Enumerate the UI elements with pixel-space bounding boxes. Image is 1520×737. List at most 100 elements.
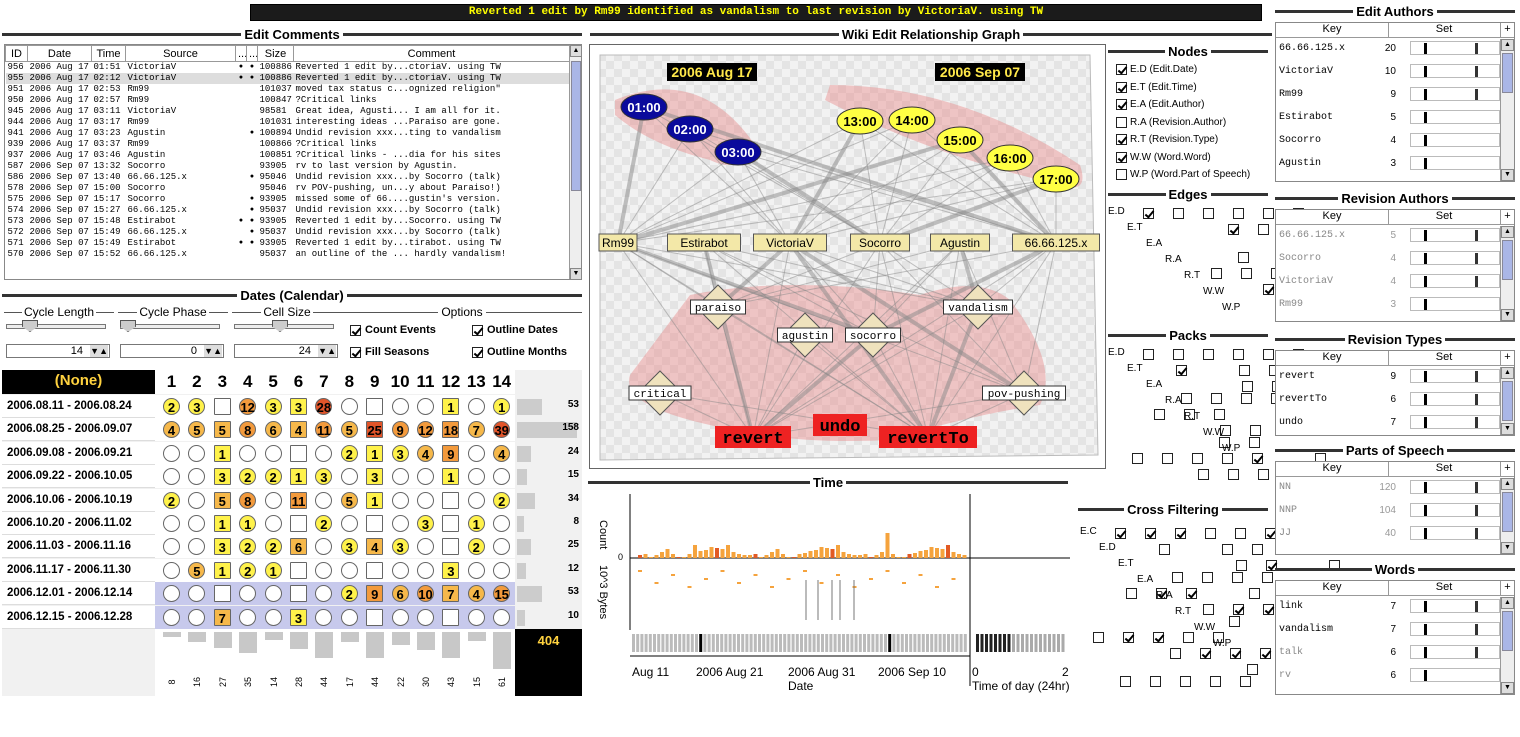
calendar-cell[interactable]: 1: [264, 561, 282, 579]
add-column-button[interactable]: +: [1500, 462, 1514, 477]
matrix-checkbox[interactable]: [1258, 223, 1269, 235]
calendar-cell[interactable]: [163, 561, 180, 579]
calendar-cell[interactable]: 3: [391, 538, 409, 556]
calendar-cell[interactable]: [315, 608, 333, 626]
matrix-checkbox[interactable]: [1238, 251, 1249, 263]
calendar-cell[interactable]: 3: [290, 398, 307, 415]
table-row[interactable]: 939 2006 Aug 17 03:37 Rm99 100866 ?Critical l…: [6, 139, 570, 150]
column-header[interactable]: ...: [235, 45, 247, 62]
calendar-cell[interactable]: 1: [366, 444, 384, 462]
checkbox-icon[interactable]: [472, 324, 483, 336]
list-key[interactable]: Rm99: [1279, 89, 1303, 100]
spin-icon[interactable]: ▼▲: [90, 345, 108, 357]
list-key[interactable]: link: [1279, 601, 1303, 612]
relationship-graph[interactable]: 2006 Aug 17 2006 Sep 07 01:00 02:00 03:00 13:…: [589, 44, 1106, 469]
calendar-cell[interactable]: 6: [391, 585, 409, 603]
node-type-checkbox[interactable]: E.T (Edit.Time): [1116, 81, 1276, 100]
set-column-header[interactable]: Set: [1389, 462, 1499, 477]
matrix-checkbox[interactable]: [1154, 408, 1165, 420]
calendar-cell[interactable]: [493, 561, 511, 579]
calendar-cell[interactable]: [188, 491, 206, 509]
calendar-cell[interactable]: 3: [417, 515, 434, 532]
table-row[interactable]: 587 2006 Sep 07 13:32 Socorro 93905 rv to las…: [6, 161, 570, 172]
calendar-cell[interactable]: [467, 608, 485, 626]
calendar-cell[interactable]: [391, 561, 409, 579]
matrix-checkbox[interactable]: [1211, 267, 1222, 279]
matrix-checkbox[interactable]: [1145, 527, 1156, 539]
calendar-cell[interactable]: 1: [213, 561, 231, 579]
table-row[interactable]: 937 2006 Aug 17 03:46 Agustin 100851 ?Critica…: [6, 150, 570, 161]
calendar-cell[interactable]: [264, 515, 282, 532]
revision-authors-list[interactable]: Key Set +66.66.125.x 5 Socorro 4 VictoriaV 4 Rm9…: [1275, 209, 1515, 322]
calendar-cell[interactable]: 25: [366, 421, 384, 439]
calendar-cell[interactable]: 1: [213, 515, 231, 532]
matrix-checkbox[interactable]: [1235, 527, 1246, 539]
calendar-cell[interactable]: [366, 561, 384, 579]
list-key[interactable]: revert: [1279, 371, 1315, 382]
matrix-checkbox[interactable]: [1159, 543, 1170, 555]
calendar-cell[interactable]: [264, 608, 282, 626]
calendar-cell[interactable]: [188, 608, 206, 626]
matrix-checkbox[interactable]: [1263, 348, 1274, 360]
calendar-cell[interactable]: 9: [391, 421, 409, 439]
calendar-cell[interactable]: 3: [290, 608, 307, 626]
table-row[interactable]: 572 2006 Sep 07 15:49 66.66.125.x ● 95037 Undi…: [6, 227, 570, 238]
column-header[interactable]: ...: [246, 45, 258, 62]
matrix-checkbox[interactable]: [1203, 348, 1214, 360]
calendar-cell[interactable]: 1: [213, 444, 231, 462]
calendar-cell[interactable]: [467, 444, 485, 462]
list-key[interactable]: 66.66.125.x: [1279, 230, 1345, 241]
table-row[interactable]: 573 2006 Sep 07 15:48 Estirabot ● ● 93905 Rever…: [6, 216, 570, 227]
matrix-checkbox[interactable]: [1143, 348, 1154, 360]
parts-of-speech-list[interactable]: Key Set + NN 120 NNP 104 JJ 40 ▲ ▼: [1275, 461, 1515, 555]
table-row[interactable]: 574 2006 Sep 07 15:27 66.66.125.x ● 95037 Undi…: [6, 205, 570, 216]
calendar-cell[interactable]: [391, 468, 409, 486]
calendar-cell[interactable]: 5: [213, 421, 231, 439]
calendar-cell[interactable]: [493, 608, 511, 626]
calendar-cell[interactable]: [366, 608, 384, 626]
column-header[interactable]: Source: [125, 45, 236, 62]
matrix-checkbox[interactable]: [1233, 348, 1244, 360]
calendar-cell[interactable]: [467, 398, 485, 415]
calendar-cell[interactable]: [340, 608, 358, 626]
calendar-cell[interactable]: [340, 515, 358, 532]
calendar-cell[interactable]: [264, 585, 282, 603]
calendar-cell[interactable]: 5: [213, 491, 231, 509]
calendar-cell[interactable]: [213, 398, 231, 415]
calendar-cell[interactable]: 28: [315, 398, 333, 415]
matrix-checkbox[interactable]: [1260, 647, 1271, 659]
matrix-checkbox[interactable]: [1202, 571, 1213, 583]
matrix-checkbox[interactable]: [1247, 663, 1258, 675]
calendar-cell[interactable]: [467, 491, 485, 509]
node-type-checkbox[interactable]: W.W (Word.Word): [1116, 151, 1276, 170]
calendar-cell[interactable]: 3: [213, 538, 231, 556]
matrix-checkbox[interactable]: [1162, 452, 1173, 464]
table-row[interactable]: 956 2006 Aug 17 01:51 VictoriaV ● ● 100886 Reve…: [6, 62, 570, 73]
calendar-cell[interactable]: [290, 515, 307, 532]
calendar-cell[interactable]: 7: [442, 585, 460, 603]
add-column-button[interactable]: +: [1500, 351, 1514, 366]
column-header[interactable]: Date: [27, 45, 92, 62]
list-key[interactable]: NNP: [1279, 505, 1297, 516]
calendar-cell[interactable]: [163, 515, 180, 532]
calendar-cell[interactable]: 3: [442, 561, 460, 579]
calendar-cell[interactable]: 8: [239, 491, 257, 509]
node-type-checkbox[interactable]: R.A (Revision.Author): [1116, 116, 1276, 135]
table-row[interactable]: 571 2006 Sep 07 15:49 Estirabot ● ● 93905 Rever…: [6, 238, 570, 249]
calendar-cell[interactable]: [340, 561, 358, 579]
calendar-cell[interactable]: 1: [442, 398, 460, 415]
calendar-cell[interactable]: 9: [366, 585, 384, 603]
column-header[interactable]: Time: [91, 45, 126, 62]
calendar-cell[interactable]: 2: [340, 444, 358, 462]
calendar-cell[interactable]: 6: [290, 538, 307, 556]
calendar-cell[interactable]: [290, 561, 307, 579]
edit-comments-table[interactable]: ID Date Time Source...... Size Comment 956 200…: [4, 44, 582, 280]
node-type-checkbox[interactable]: R.T (Revision.Type): [1116, 134, 1276, 152]
matrix-checkbox[interactable]: [1242, 380, 1253, 392]
calendar-cell[interactable]: 2: [239, 561, 257, 579]
matrix-checkbox[interactable]: [1123, 631, 1134, 643]
node-type-checkbox[interactable]: E.D (Edit.Date): [1116, 64, 1276, 82]
matrix-checkbox[interactable]: [1200, 647, 1211, 659]
matrix-checkbox[interactable]: [1175, 527, 1186, 539]
matrix-checkbox[interactable]: [1228, 223, 1239, 235]
